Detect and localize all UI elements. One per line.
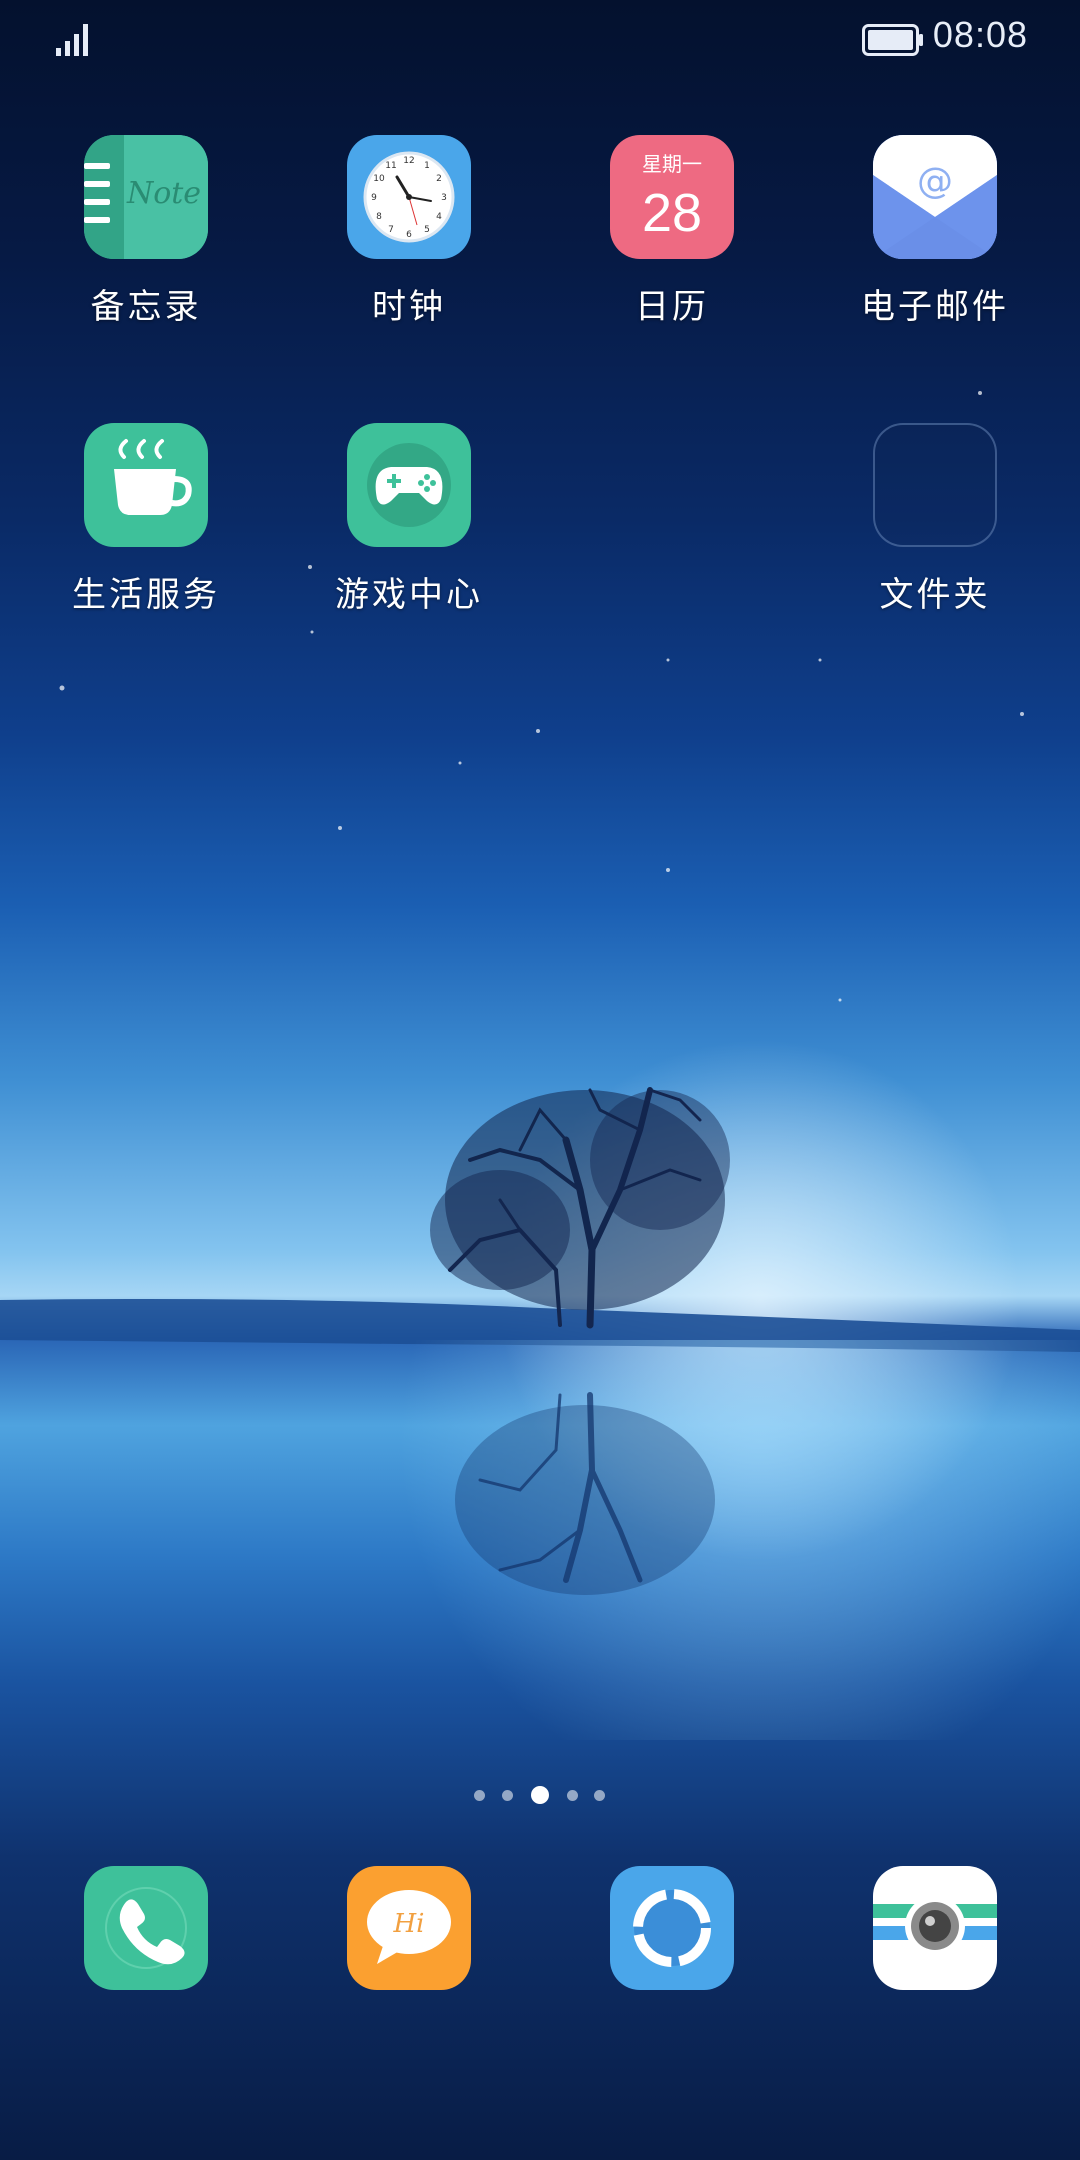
- dock-phone[interactable]: [46, 1866, 246, 1990]
- app-label-folder: 文件夹: [879, 575, 991, 615]
- page-indicator: [0, 1786, 1080, 1806]
- app-label-life-services: 生活服务: [72, 575, 220, 615]
- svg-text:@: @: [917, 161, 953, 202]
- clock-icon: 12 1 2 3 45 6 78 9 10 11: [347, 135, 471, 259]
- app-label-clock: 时钟: [372, 287, 446, 327]
- camera-icon: [873, 1866, 997, 1990]
- app-label-game-center: 游戏中心: [335, 575, 483, 615]
- status-bar: 08:08: [0, 0, 1080, 80]
- signal-bars-icon: [56, 24, 88, 56]
- app-notes[interactable]: Note 备忘录: [46, 135, 246, 328]
- battery-icon: [862, 24, 923, 56]
- calendar-weekday: 星期一: [642, 152, 702, 176]
- mail-icon: @: [873, 135, 997, 259]
- svg-text:11: 11: [385, 161, 396, 171]
- message-bubble-icon: Hi: [347, 1866, 471, 1990]
- page-dot-active[interactable]: [531, 1786, 549, 1804]
- svg-text:1: 1: [424, 161, 430, 171]
- app-label-email: 电子邮件: [861, 287, 1009, 327]
- svg-text:7: 7: [388, 225, 394, 235]
- svg-text:4: 4: [436, 212, 442, 222]
- svg-text:6: 6: [406, 230, 412, 240]
- page-dot[interactable]: [594, 1790, 605, 1801]
- dock-browser[interactable]: [572, 1866, 772, 1990]
- app-label-notes: 备忘录: [90, 287, 202, 327]
- message-bubble-text: Hi: [393, 1909, 425, 1939]
- app-calendar[interactable]: 星期一 28 日历: [572, 135, 772, 328]
- svg-text:5: 5: [424, 225, 430, 235]
- calendar-icon: 星期一 28: [610, 135, 734, 259]
- folder-icon: [873, 423, 997, 547]
- app-clock[interactable]: 12 1 2 3 45 6 78 9 10 11 时钟: [309, 135, 509, 328]
- svg-text:3: 3: [441, 193, 447, 203]
- dock-camera[interactable]: [835, 1866, 1035, 1990]
- notebook-icon: Note: [84, 135, 208, 259]
- app-folder[interactable]: 文件夹: [835, 423, 1035, 616]
- svg-text:12: 12: [403, 156, 414, 166]
- svg-text:10: 10: [373, 174, 385, 184]
- app-life-services[interactable]: 生活服务: [46, 423, 246, 616]
- page-dot[interactable]: [474, 1790, 485, 1801]
- page-dot[interactable]: [567, 1790, 578, 1801]
- notebook-icon-text: Note: [126, 176, 201, 211]
- browser-ring-icon: [610, 1866, 734, 1990]
- svg-text:8: 8: [376, 212, 382, 222]
- gamepad-icon: [347, 423, 471, 547]
- dock-messages[interactable]: Hi: [309, 1866, 509, 1990]
- app-game-center[interactable]: 游戏中心: [309, 423, 509, 616]
- home-screen: 08:08 Note 备忘录 12 1 2 3 4 5 6 7 8 9 10 1…: [0, 0, 1080, 2160]
- app-label-calendar: 日历: [635, 287, 709, 327]
- svg-text:2: 2: [436, 174, 442, 184]
- phone-icon: [84, 1866, 208, 1990]
- status-time: 08:08: [932, 14, 1028, 55]
- svg-text:9: 9: [371, 193, 377, 203]
- coffee-cup-icon: [84, 423, 208, 547]
- page-dot[interactable]: [502, 1790, 513, 1801]
- app-email[interactable]: @ 电子邮件: [835, 135, 1035, 328]
- calendar-day: 28: [642, 183, 702, 243]
